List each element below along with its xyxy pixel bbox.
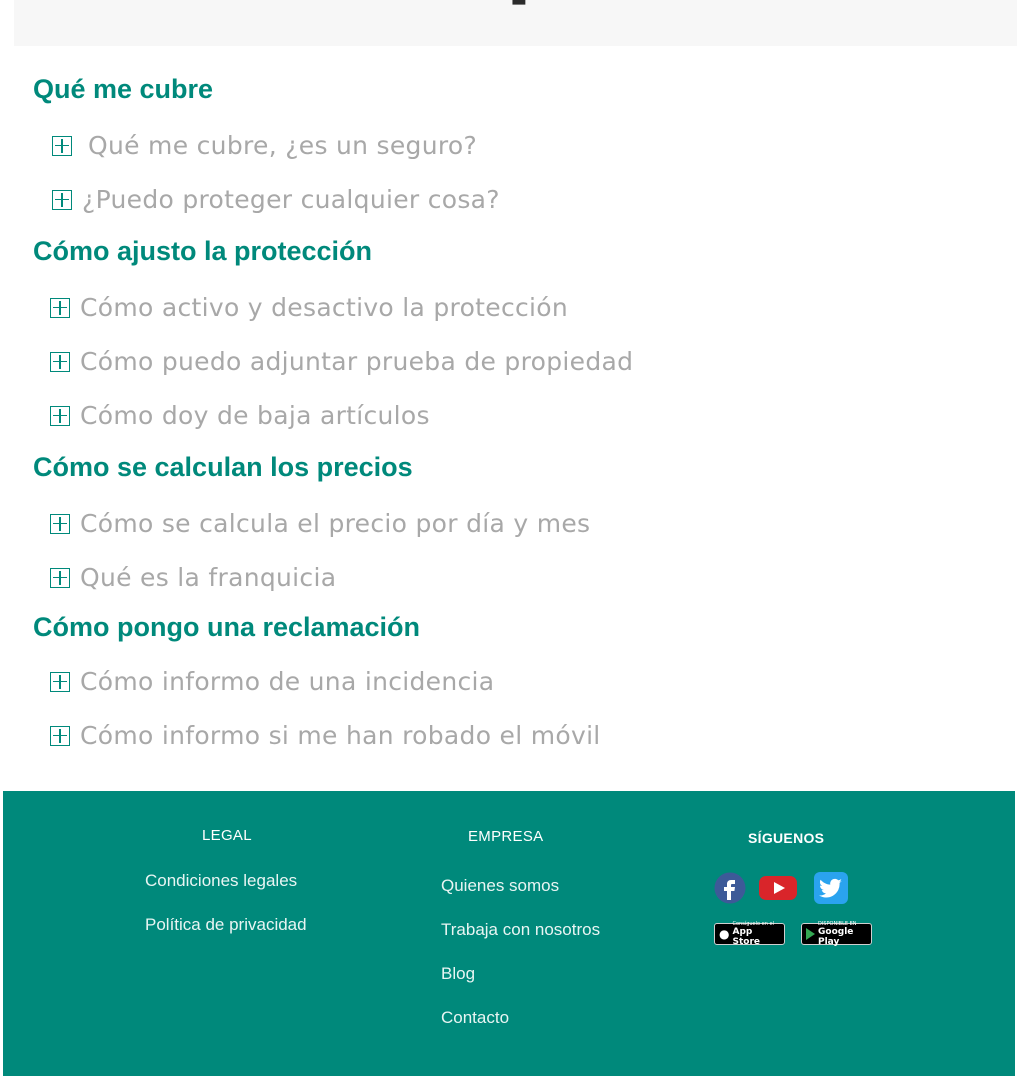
expand-plus-icon[interactable] [52,189,72,210]
section-title-como-ajusto: Cómo ajusto la protección [33,236,373,266]
footer-legal-title: LEGAL [202,827,252,844]
faq-question-label: ¿Puedo proteger cualquier cosa? [82,185,500,214]
section-title-como-pongo: Cómo pongo una reclamación [33,612,421,642]
google-play-badge[interactable]: DISPONIBLE EN Google Play [801,921,872,947]
link-politica-privacidad[interactable]: Política de privacidad [145,915,307,935]
site-footer: LEGAL Condiciones legales Política de pr… [3,791,1015,1076]
youtube-icon[interactable] [758,871,798,905]
link-trabaja-con-nosotros[interactable]: Trabaja con nosotros [441,920,600,940]
section-title-como-se-calculan: Cómo se calculan los precios [33,452,413,482]
twitter-icon[interactable] [813,871,849,905]
google-play-icon [806,928,815,940]
apple-icon: ● [719,927,730,941]
faq-question[interactable]: Cómo se calcula el precio por día y mes [50,509,590,538]
section-title-que-me-cubre: Qué me cubre [33,74,214,104]
faq-question-label: Cómo informo si me han robado el móvil [80,721,601,750]
link-condiciones-legales[interactable]: Condiciones legales [145,871,297,891]
faq-question-label: Qué me cubre, ¿es un seguro? [88,131,478,160]
app-store-badge[interactable]: ● Consíguelo en el App Store [714,921,785,947]
faq-question[interactable]: ¿Puedo proteger cualquier cosa? [52,185,500,214]
faq-question-label: Qué es la franquicia [80,563,337,592]
expand-plus-icon[interactable] [50,671,70,692]
expand-plus-icon[interactable] [50,297,70,318]
faq-question[interactable]: Cómo informo si me han robado el móvil [50,721,601,750]
faq-question[interactable]: Cómo doy de baja artículos [50,401,430,430]
expand-plus-icon[interactable] [50,351,70,372]
faq-question-label: Cómo informo de una incidencia [80,667,495,696]
faq-question[interactable]: Cómo informo de una incidencia [50,667,494,696]
expand-plus-icon[interactable] [50,725,70,746]
faq-question[interactable]: Qué me cubre, ¿es un seguro? [52,131,477,160]
link-blog[interactable]: Blog [441,964,475,984]
faq-question[interactable]: Qué es la franquicia [50,563,336,592]
footer-empresa-title: EMPRESA [468,828,544,845]
expand-plus-icon[interactable] [50,405,70,426]
expand-plus-icon[interactable] [50,513,70,534]
faq-question[interactable]: Cómo activo y desactivo la protección [50,293,568,322]
link-contacto[interactable]: Contacto [441,1008,509,1028]
faq-question-label: Cómo doy de baja artículos [80,401,430,430]
expand-plus-icon[interactable] [52,135,72,156]
faq-question-label: Cómo se calcula el precio por día y mes [80,509,591,538]
faq-question-label: Cómo activo y desactivo la protección [80,293,569,322]
link-quienes-somos[interactable]: Quienes somos [441,876,559,896]
faq-list: Qué me cubre Qué me cubre, ¿es un seguro… [0,0,1020,780]
faq-question[interactable]: Cómo puedo adjuntar prueba de propiedad [50,347,633,376]
facebook-icon[interactable] [714,871,746,905]
faq-question-label: Cómo puedo adjuntar prueba de propiedad [80,347,634,376]
footer-siguenos-title: SÍGUENOS [748,830,825,846]
expand-plus-icon[interactable] [50,567,70,588]
